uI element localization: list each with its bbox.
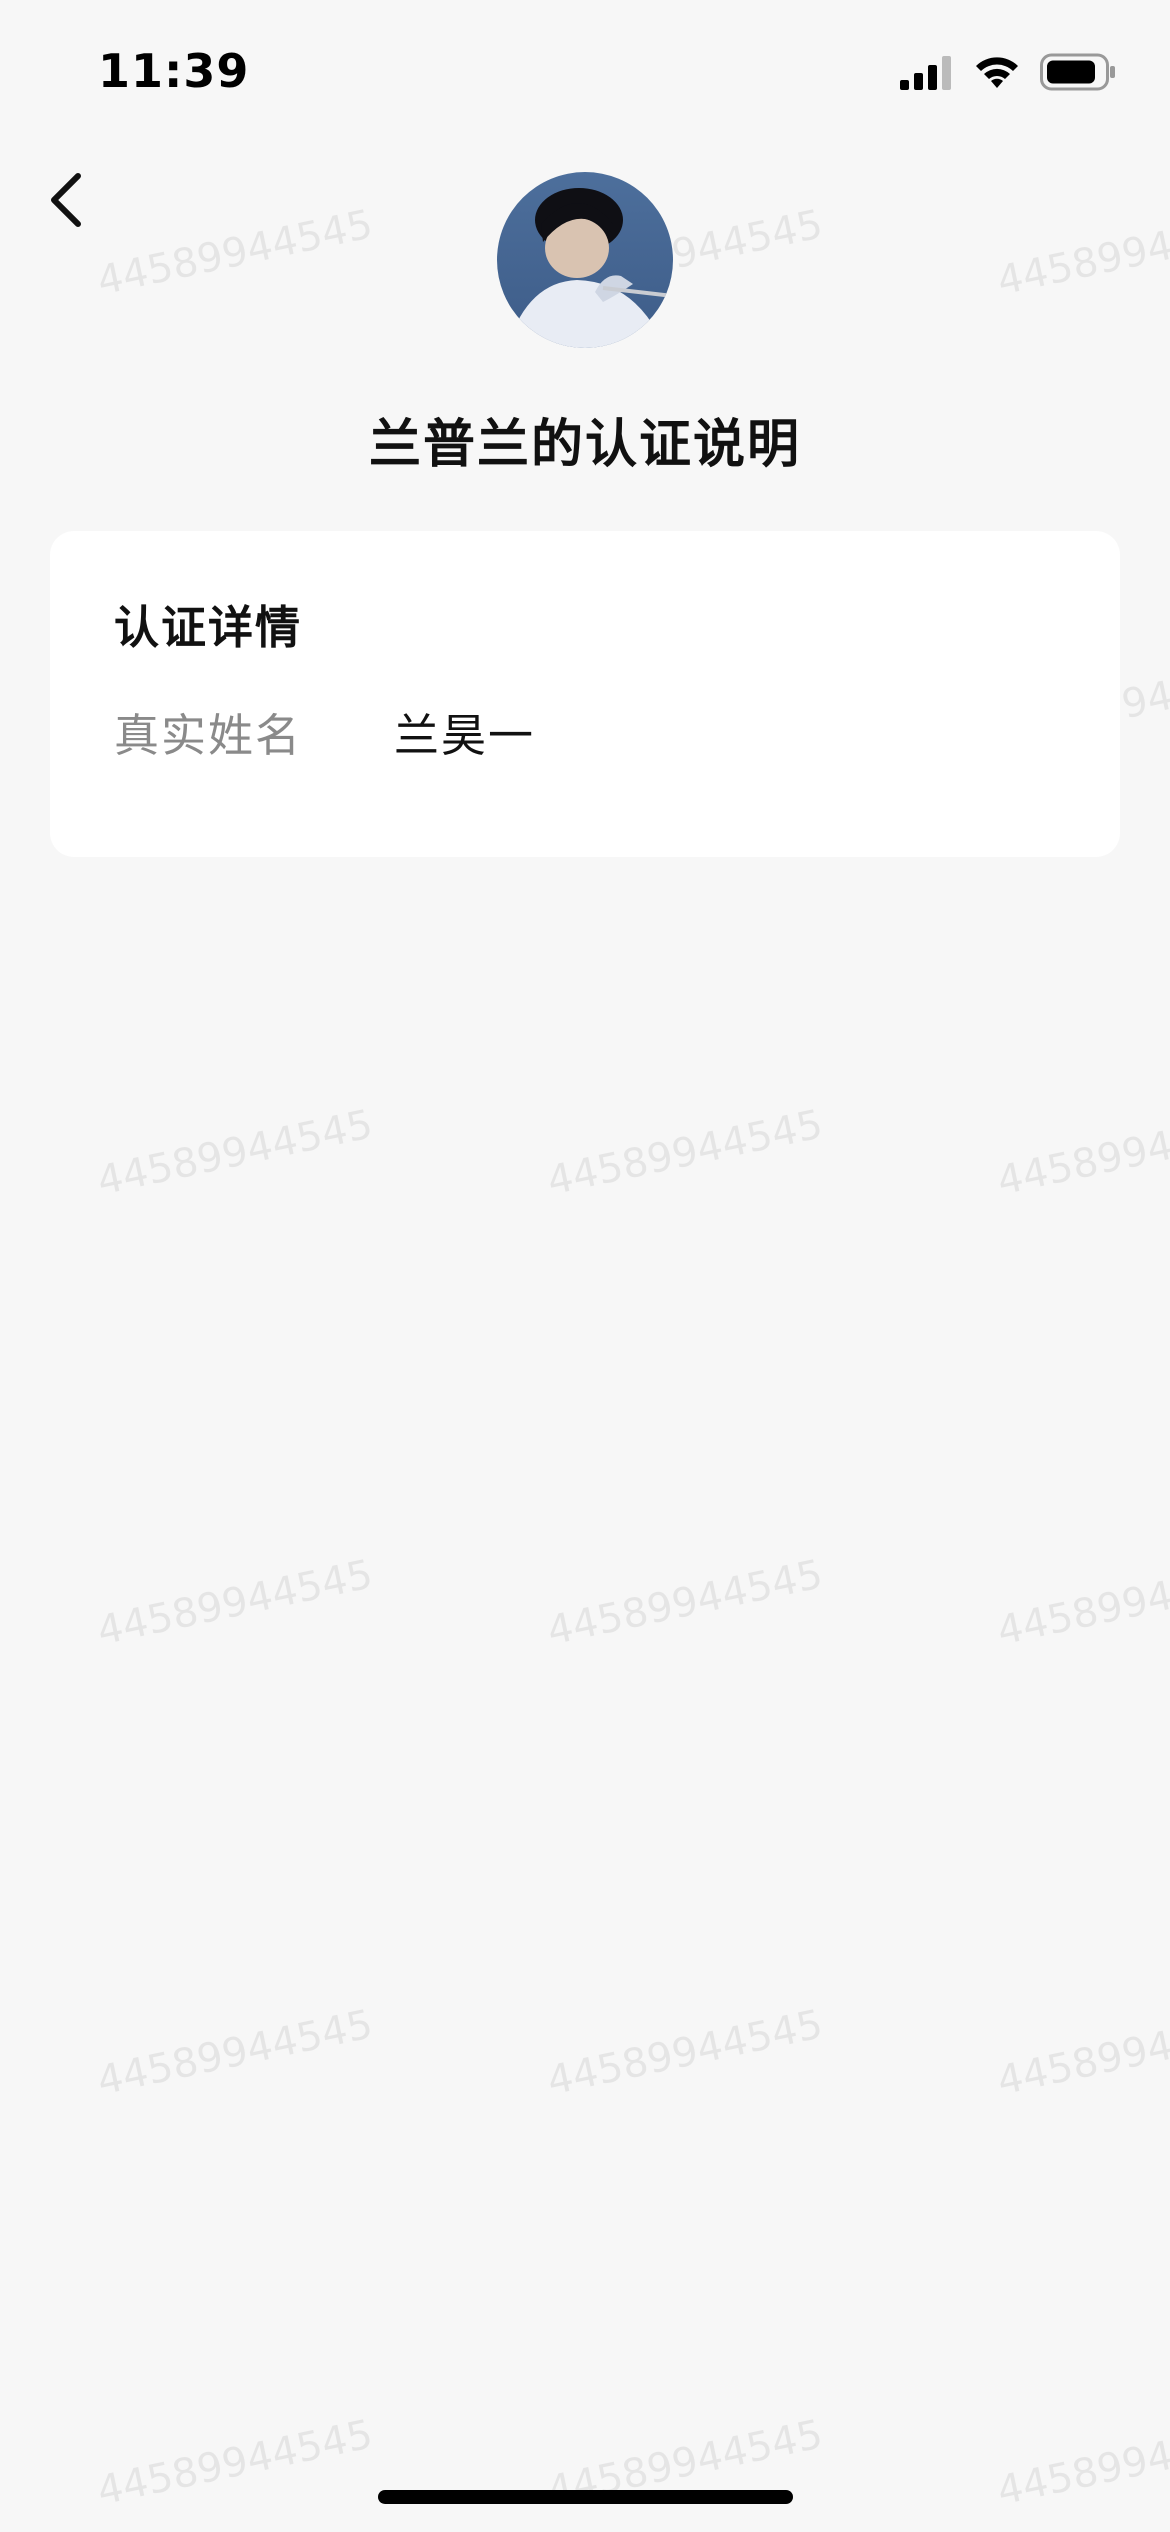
watermark: 44589944545 [993, 2001, 1170, 2105]
home-indicator[interactable] [378, 2490, 793, 2504]
avatar[interactable] [497, 172, 673, 348]
card-title: 认证详情 [114, 601, 303, 654]
watermark: 44589944545 [93, 2001, 377, 2105]
watermark: 44589944545 [993, 201, 1170, 305]
status-icons [900, 53, 1116, 95]
watermark: 44589944545 [993, 2411, 1170, 2515]
watermark: 44589944545 [93, 201, 377, 305]
watermark: 44589944545 [993, 1551, 1170, 1655]
row-value: 兰昊一 [394, 709, 536, 762]
detail-row: 真实姓名 兰昊一 [114, 699, 535, 764]
watermark: 44589944545 [543, 2001, 827, 2105]
watermark: 44589944545 [543, 1101, 827, 1205]
page-title: 兰普兰的认证说明 [368, 415, 801, 475]
watermark: 44589944545 [93, 1551, 377, 1655]
verification-card: 认证详情 真实姓名 兰昊一 [50, 531, 1120, 857]
status-bar: 11:39 [0, 0, 1170, 150]
chevron-left-icon [32, 173, 112, 244]
battery-icon [1040, 53, 1116, 95]
watermark: 44589944545 [93, 1101, 377, 1205]
wifi-icon [972, 54, 1022, 94]
watermark: 44589944545 [993, 1101, 1170, 1205]
signal-icon [900, 54, 954, 94]
row-label: 真实姓名 [114, 709, 303, 762]
watermark: 44589944545 [93, 2411, 377, 2515]
status-time: 11:39 [98, 44, 250, 98]
back-button[interactable] [32, 160, 112, 240]
watermark: 44589944545 [543, 1551, 827, 1655]
